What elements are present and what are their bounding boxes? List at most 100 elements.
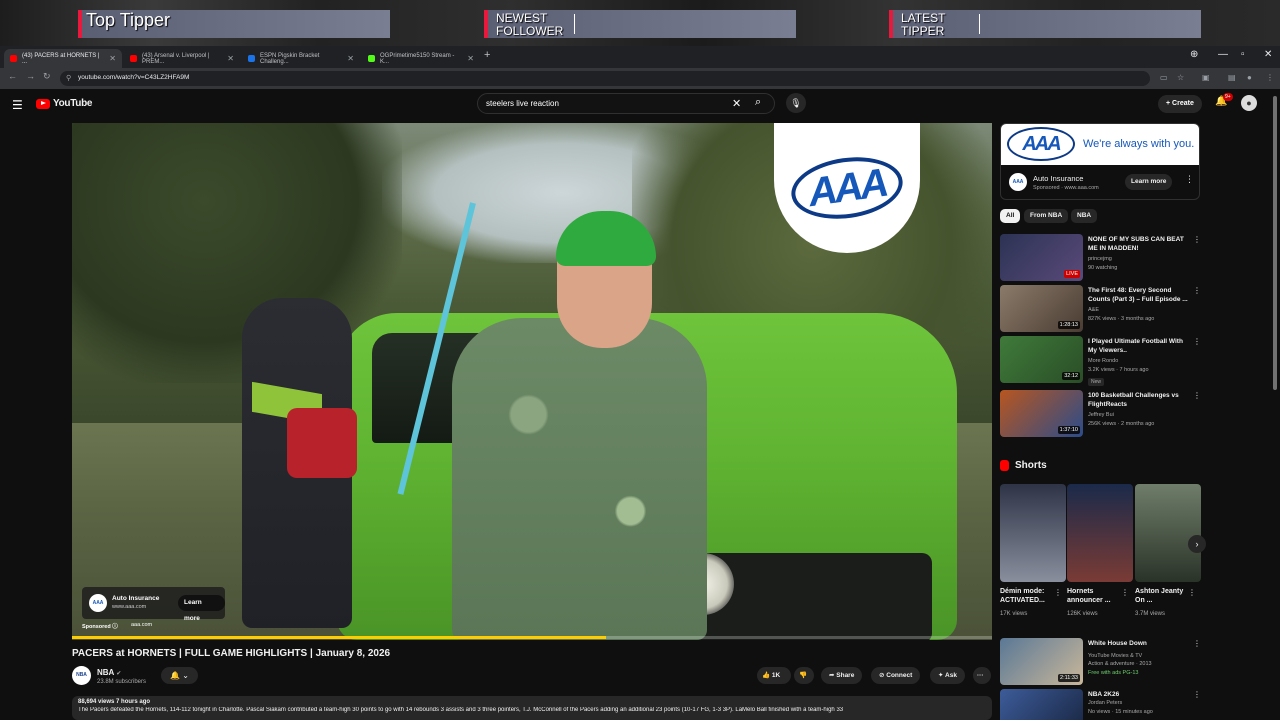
more-actions-button[interactable]: ··· [973, 667, 991, 684]
search-icon[interactable]: ⌕ [755, 96, 761, 109]
channel-name[interactable]: NBA ✔ [97, 668, 121, 677]
page-scrollbar[interactable] [1273, 96, 1277, 390]
like-button[interactable]: 👍 1K [757, 667, 791, 684]
close-window-icon[interactable]: ✕ [1264, 49, 1272, 60]
recommendation-title[interactable]: NONE OF MY SUBS CAN BEAT ME IN MADDEN! [1088, 235, 1188, 253]
subscribed-notifications-button[interactable]: 🔔 ⌄ [161, 667, 198, 684]
reload-icon[interactable]: ↻ [43, 71, 51, 82]
tab-close-icon[interactable]: ✕ [223, 54, 234, 63]
tab-close-icon[interactable]: ✕ [105, 54, 116, 63]
ask-button[interactable]: ✦ Ask [930, 667, 965, 684]
microphone-icon[interactable]: 🎙 [786, 93, 806, 113]
recommendation-meta: 3.2K views · 7 hours ago [1088, 367, 1149, 373]
recommendation-channel[interactable]: Jordan Peters [1088, 700, 1122, 706]
video-player[interactable]: AAA AAA Auto Insurance www.aaa.com Learn… [72, 123, 992, 640]
recommendation-channel[interactable]: Jeffrey Bui [1088, 412, 1114, 418]
browser-tab[interactable]: ESPN Pigskin Bracket Challeng... ✕ [242, 49, 360, 68]
video-thumbnail[interactable]: LIVE [1000, 234, 1083, 281]
recommendation-channel[interactable]: princejmg [1088, 256, 1112, 262]
channel-avatar[interactable]: NBA [72, 666, 91, 685]
video-frame-gas-can [287, 408, 357, 478]
more-vertical-icon[interactable]: ⋮ [1193, 337, 1201, 346]
browser-tab[interactable]: (43) PACERS at HORNETS | ... ✕ [4, 49, 122, 68]
ad-domain[interactable]: aaa.com [131, 622, 152, 628]
minimize-icon[interactable]: — [1218, 49, 1228, 60]
dislike-button[interactable]: 👎 [794, 667, 814, 684]
recommendation-channel[interactable]: More Rondo [1088, 358, 1118, 364]
recommendation-item[interactable]: 32:12 I Played Ultimate Football With My… [1000, 336, 1201, 386]
more-vertical-icon[interactable]: ⋮ [1188, 588, 1196, 597]
connect-button[interactable]: ⊘ Connect [871, 667, 921, 684]
chevron-right-icon[interactable]: › [1188, 535, 1206, 553]
sidebar-ad[interactable]: AAA We're always with you. AAA Auto Insu… [1000, 123, 1200, 200]
browser-menu-icon[interactable]: ⋮ [1266, 73, 1274, 82]
maximize-icon[interactable]: ▫ [1241, 49, 1245, 60]
more-vertical-icon[interactable]: ⋮ [1054, 588, 1062, 597]
tab-close-icon[interactable]: ✕ [343, 54, 354, 63]
recommendation-channel[interactable]: YouTube Movies & TV [1088, 653, 1142, 659]
chip-from-nba[interactable]: From NBA [1024, 209, 1069, 223]
more-vertical-icon[interactable]: ⋮ [1193, 286, 1201, 295]
short-title[interactable]: Ashton Jeanty On ... [1135, 587, 1189, 605]
ad-learn-more-button[interactable]: Learn more [178, 595, 225, 622]
extension-icon[interactable]: ▣ [1202, 73, 1210, 82]
tab-search-icon[interactable]: ⊕ [1190, 49, 1198, 60]
recommendation-item[interactable]: 1:37:10 100 Basketball Challenges vs Fli… [1000, 390, 1201, 438]
tab-close-icon[interactable]: ✕ [463, 54, 474, 63]
notification-count-badge: 9+ [1223, 93, 1233, 101]
recommendation-title[interactable]: NBA 2K26 [1088, 690, 1188, 699]
more-vertical-icon[interactable]: ⋮ [1193, 690, 1201, 699]
youtube-logo[interactable]: YouTube [36, 98, 93, 109]
create-button[interactable]: + Create [1158, 95, 1202, 113]
video-thumbnail[interactable] [1000, 689, 1083, 720]
more-vertical-icon[interactable]: ⋮ [1193, 391, 1201, 400]
recommendation-channel[interactable]: A&E [1088, 307, 1099, 313]
recommendation-title[interactable]: The First 48: Every Second Counts (Part … [1088, 286, 1188, 304]
recommendation-item[interactable]: 2:11:33 White House Down YouTube Movies … [1000, 638, 1201, 686]
video-thumbnail[interactable]: 2:11:33 [1000, 638, 1083, 685]
share-button[interactable]: ➦ Share [821, 667, 863, 684]
new-tab-icon[interactable]: + [484, 49, 490, 61]
browser-tab[interactable]: (43) Arsenal v. Liverpool | PREM... ✕ [124, 49, 240, 68]
address-bar[interactable]: ⚲ youtube.com/watch?v=C43LZ2HFA9M [60, 71, 1150, 86]
video-thumbnail[interactable]: 1:37:10 [1000, 390, 1083, 437]
account-avatar[interactable]: ● [1241, 95, 1257, 111]
video-thumbnail[interactable]: 32:12 [1000, 336, 1083, 383]
video-progress-bar[interactable] [72, 636, 992, 639]
ad-overlay-card[interactable]: AAA Auto Insurance www.aaa.com Learn mor… [82, 587, 225, 622]
forward-icon[interactable]: → [26, 71, 35, 81]
more-vertical-icon[interactable]: ⋮ [1185, 174, 1194, 185]
recommendation-item[interactable]: NBA 2K26 Jordan Peters No views · 15 min… [1000, 689, 1201, 720]
info-icon[interactable]: ⓘ [112, 624, 118, 630]
recommendation-title[interactable]: White House Down [1088, 639, 1188, 648]
search-input[interactable]: steelers live reaction [477, 93, 775, 114]
extensions-menu-icon[interactable]: ▤ [1228, 73, 1236, 82]
video-description[interactable]: 88,694 views 7 hours ago The Pacers defe… [72, 696, 992, 720]
short-thumbnail[interactable] [1000, 484, 1066, 582]
recommendation-item[interactable]: LIVE NONE OF MY SUBS CAN BEAT ME IN MADD… [1000, 234, 1201, 282]
cast-icon[interactable]: ▭ [1160, 73, 1168, 82]
more-vertical-icon[interactable]: ⋮ [1193, 235, 1201, 244]
short-thumbnail[interactable] [1067, 484, 1133, 582]
short-title[interactable]: Démin mode: ACTIVATED... [1000, 587, 1054, 605]
hamburger-menu-icon[interactable]: ☰ [12, 98, 23, 112]
browser-tab[interactable]: OGPrimetime5150 Stream - K... ✕ [362, 49, 480, 68]
recommendation-item[interactable]: 1:28:13 The First 48: Every Second Count… [1000, 285, 1201, 333]
chip-all[interactable]: All [1000, 209, 1021, 223]
sidebar-ad-learn-more-button[interactable]: Learn more [1125, 174, 1173, 190]
profile-icon[interactable]: ● [1247, 73, 1252, 82]
site-info-icon[interactable]: ⚲ [66, 74, 71, 82]
recommendation-title[interactable]: 100 Basketball Challenges vs FlightReact… [1088, 391, 1188, 409]
bookmark-star-icon[interactable]: ☆ [1177, 73, 1184, 82]
short-thumbnail[interactable] [1135, 484, 1201, 582]
browser-tabstrip: (43) PACERS at HORNETS | ... ✕ (43) Arse… [0, 46, 1280, 68]
short-title[interactable]: Hornets announcer ... [1067, 587, 1121, 605]
more-vertical-icon[interactable]: ⋮ [1121, 588, 1129, 597]
recommendation-title[interactable]: I Played Ultimate Football With My Viewe… [1088, 337, 1188, 355]
chip-nba[interactable]: NBA [1071, 209, 1098, 223]
more-vertical-icon[interactable]: ⋮ [1193, 639, 1201, 648]
video-thumbnail[interactable]: 1:28:13 [1000, 285, 1083, 332]
sidebar-ad-banner[interactable]: AAA We're always with you. [1001, 124, 1199, 165]
back-icon[interactable]: ← [8, 71, 17, 81]
clear-search-icon[interactable]: ✕ [732, 97, 741, 110]
